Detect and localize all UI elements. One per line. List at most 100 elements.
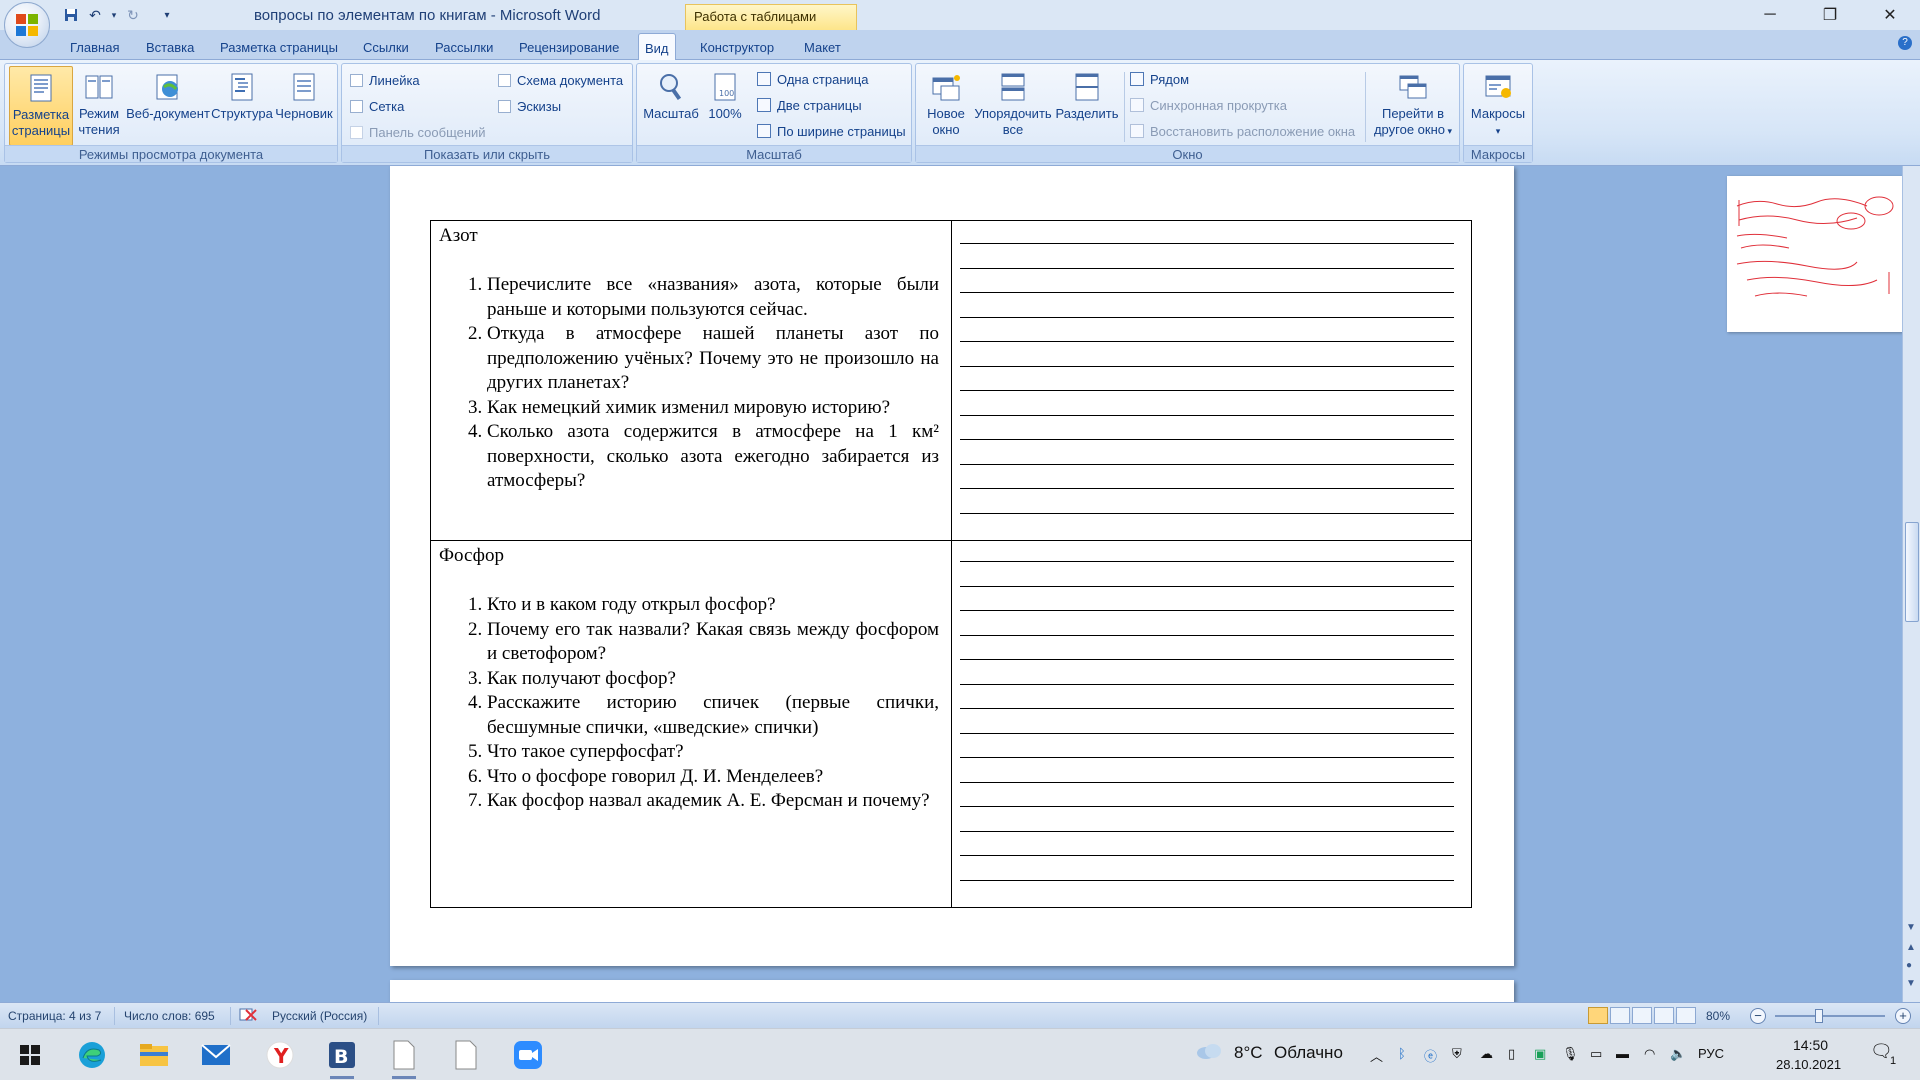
save-icon[interactable] bbox=[62, 6, 80, 24]
tab-page-layout[interactable]: Разметка страницы bbox=[214, 36, 344, 60]
ruler-checkbox[interactable]: Линейка bbox=[350, 70, 420, 90]
edge-browser-icon[interactable] bbox=[74, 1037, 110, 1073]
yandex-browser-icon[interactable]: Y bbox=[262, 1037, 298, 1073]
document-map-checkbox[interactable]: Схема документа bbox=[498, 70, 623, 90]
outline-button[interactable]: Структура bbox=[211, 66, 273, 146]
answer-cell-phosphorus[interactable] bbox=[952, 541, 1472, 909]
clock-date[interactable]: 28.10.2021 bbox=[1776, 1057, 1841, 1072]
arrange-all-button[interactable]: Упорядочить все bbox=[972, 66, 1054, 146]
questions-table[interactable]: Азот Перечислите все «названия» азота, к… bbox=[430, 220, 1472, 908]
word-count[interactable]: Число слов: 695 bbox=[124, 1009, 215, 1023]
table-cell-nitrogen[interactable]: Азот Перечислите все «названия» азота, к… bbox=[431, 221, 951, 540]
handwritten-notes-image[interactable] bbox=[1727, 176, 1903, 332]
zoom-out-icon[interactable]: − bbox=[1750, 1008, 1766, 1024]
weather-cloud-icon[interactable] bbox=[1196, 1042, 1222, 1063]
gridlines-check-box[interactable] bbox=[350, 99, 363, 113]
web-view-icon[interactable] bbox=[1632, 1007, 1652, 1024]
reading-mode-button[interactable]: Режим чтения bbox=[73, 66, 125, 146]
zoom-slider-knob[interactable] bbox=[1815, 1009, 1823, 1023]
tab-layout[interactable]: Макет bbox=[798, 36, 847, 60]
document-area[interactable]: Азот Перечислите все «названия» азота, к… bbox=[0, 166, 1902, 1002]
show-hidden-icons-icon[interactable]: ︿ bbox=[1370, 1046, 1383, 1065]
mail-icon[interactable] bbox=[198, 1037, 234, 1073]
gridlines-checkbox[interactable]: Сетка bbox=[350, 96, 404, 116]
new-window-button[interactable]: Новое окно bbox=[920, 66, 972, 146]
notifications-count[interactable]: 1 bbox=[1890, 1055, 1896, 1067]
previous-page-icon[interactable]: ▲ bbox=[1906, 942, 1916, 953]
next-page-icon[interactable]: ▼ bbox=[1906, 978, 1916, 989]
cloud-sync-icon[interactable]: ☁ bbox=[1480, 1046, 1493, 1062]
print-layout-button[interactable]: Разметка страницы bbox=[9, 66, 73, 146]
vertical-scrollbar[interactable]: ▼ ▲ ● ▼ bbox=[1902, 166, 1920, 1002]
redo-icon[interactable]: ↻ bbox=[124, 6, 142, 24]
zoom-in-icon[interactable]: + bbox=[1895, 1008, 1911, 1024]
volume-icon[interactable]: 🔈 bbox=[1670, 1046, 1686, 1062]
table-cell-phosphorus[interactable]: Фосфор Кто и в каком году открыл фосфор?… bbox=[431, 541, 951, 909]
microphone-icon[interactable]: 🎙 bbox=[1562, 1046, 1579, 1062]
document-window-2-icon[interactable] bbox=[448, 1037, 484, 1073]
close-button[interactable]: ✕ bbox=[1860, 0, 1920, 30]
language-indicator[interactable]: Русский (Россия) bbox=[272, 1009, 367, 1023]
office-button[interactable] bbox=[4, 2, 50, 48]
usb-icon[interactable]: ▯ bbox=[1508, 1046, 1515, 1062]
page-width-button[interactable]: По ширине страницы bbox=[757, 121, 906, 141]
tab-review[interactable]: Рецензирование bbox=[513, 36, 625, 60]
print-layout-view-icon[interactable] bbox=[1588, 1007, 1608, 1024]
zoom-button[interactable]: Масштаб bbox=[639, 66, 703, 146]
customize-qat-icon[interactable]: ▾ bbox=[158, 6, 176, 24]
zoom-slider[interactable] bbox=[1775, 1015, 1885, 1017]
next-document-page[interactable] bbox=[390, 980, 1514, 1002]
document-map-check-box[interactable] bbox=[498, 73, 511, 87]
weather-temperature[interactable]: 8°C bbox=[1234, 1043, 1263, 1063]
tab-references[interactable]: Ссылки bbox=[357, 36, 415, 60]
zoom-level[interactable]: 80% bbox=[1706, 1009, 1730, 1023]
switch-windows-button[interactable]: Перейти в другое окно ▾ bbox=[1368, 66, 1458, 146]
ruler-check-box[interactable] bbox=[350, 73, 363, 87]
weather-condition[interactable]: Облачно bbox=[1274, 1043, 1343, 1063]
display-icon[interactable]: ▭ bbox=[1590, 1046, 1602, 1062]
tab-design[interactable]: Конструктор bbox=[694, 36, 780, 60]
tab-mailings[interactable]: Рассылки bbox=[429, 36, 499, 60]
tab-view[interactable]: Вид bbox=[638, 33, 676, 61]
security-icon[interactable]: ⛨ bbox=[1452, 1046, 1462, 1062]
undo-icon[interactable]: ↶ bbox=[86, 6, 104, 24]
web-layout-button[interactable]: Веб-документ bbox=[125, 66, 211, 146]
draft-button[interactable]: Черновик bbox=[273, 66, 335, 146]
app-tray-icon[interactable]: ▣ bbox=[1534, 1046, 1546, 1062]
file-explorer-icon[interactable] bbox=[136, 1037, 172, 1073]
spelling-check-icon[interactable] bbox=[238, 1007, 258, 1026]
one-page-button[interactable]: Одна страница bbox=[757, 69, 868, 89]
zoom-100-button[interactable]: 100 100% bbox=[703, 66, 747, 146]
tab-home[interactable]: Главная bbox=[64, 36, 125, 60]
zoom-app-icon[interactable] bbox=[510, 1037, 546, 1073]
undo-dropdown-icon[interactable]: ▾ bbox=[110, 6, 118, 24]
side-by-side-button[interactable]: Рядом bbox=[1130, 69, 1189, 89]
keyboard-language[interactable]: РУС bbox=[1698, 1046, 1724, 1061]
clock-time[interactable]: 14:50 bbox=[1793, 1037, 1828, 1053]
page-count[interactable]: Страница: 4 из 7 bbox=[8, 1009, 101, 1023]
word-app-icon[interactable]: B bbox=[324, 1037, 360, 1079]
edge-tray-icon[interactable]: ⓔ bbox=[1424, 1046, 1437, 1065]
bluetooth-icon[interactable]: ᛒ bbox=[1398, 1046, 1406, 1061]
document-page[interactable]: Азот Перечислите все «названия» азота, к… bbox=[390, 166, 1514, 966]
reading-view-icon[interactable] bbox=[1610, 1007, 1630, 1024]
two-pages-button[interactable]: Две страницы bbox=[757, 95, 862, 115]
windows-start-icon[interactable] bbox=[12, 1037, 48, 1073]
restore-button[interactable]: ❐ bbox=[1800, 0, 1860, 30]
tab-insert[interactable]: Вставка bbox=[140, 36, 200, 60]
answer-cell-nitrogen[interactable] bbox=[952, 221, 1472, 540]
thumbnails-check-box[interactable] bbox=[498, 99, 511, 113]
document-window-icon[interactable] bbox=[386, 1037, 422, 1079]
minimize-button[interactable]: ─ bbox=[1740, 0, 1800, 30]
scroll-down-icon[interactable]: ▼ bbox=[1906, 922, 1916, 933]
wifi-icon[interactable]: ◠ bbox=[1644, 1046, 1655, 1062]
battery-icon[interactable]: ▬ bbox=[1616, 1046, 1629, 1061]
split-button[interactable]: Разделить bbox=[1054, 66, 1120, 146]
browse-object-icon[interactable]: ● bbox=[1906, 960, 1912, 971]
thumbnails-checkbox[interactable]: Эскизы bbox=[498, 96, 561, 116]
scrollbar-thumb[interactable] bbox=[1905, 522, 1919, 622]
outline-view-icon[interactable] bbox=[1654, 1007, 1674, 1024]
help-icon[interactable]: ? bbox=[1898, 36, 1912, 50]
draft-view-icon[interactable] bbox=[1676, 1007, 1696, 1024]
macros-button[interactable]: Макросы ▾ bbox=[1466, 66, 1530, 146]
